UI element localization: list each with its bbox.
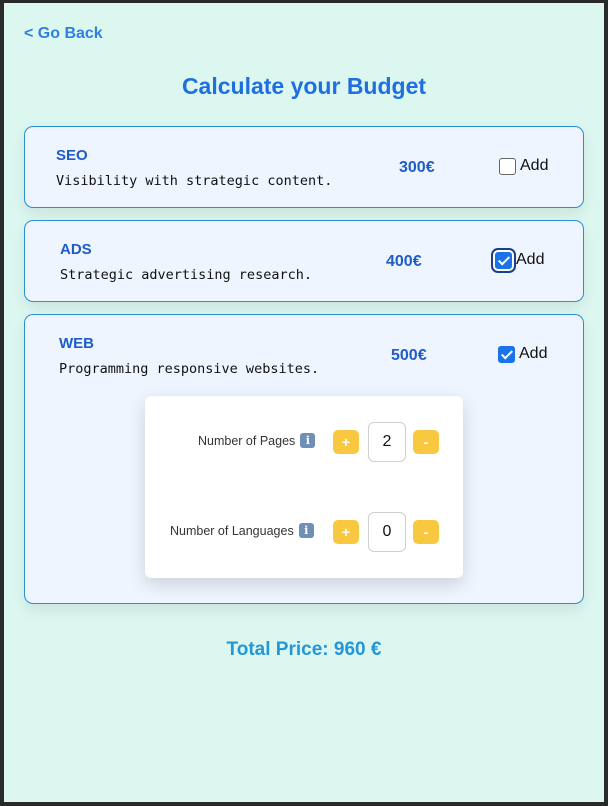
information-icon[interactable]: i — [298, 523, 314, 538]
service-price: 500€ — [391, 347, 427, 364]
page-title: Calculate your Budget — [181, 73, 427, 99]
add-label: Add — [519, 345, 548, 362]
service-card-web: WEB Programming responsive websites. 500… — [24, 314, 584, 604]
information-icon[interactable]: i — [300, 433, 316, 448]
add-web-checkbox[interactable]: Add — [498, 345, 547, 363]
service-name: WEB — [59, 335, 94, 352]
languages-value-input[interactable]: 0 — [368, 512, 406, 552]
checkbox-checked-icon[interactable] — [498, 345, 515, 363]
go-back-link[interactable]: < Go Back — [24, 25, 103, 43]
service-description: Visibility with strategic content. — [56, 173, 333, 189]
service-price: 400€ — [386, 253, 422, 270]
add-label: Add — [516, 251, 545, 268]
add-seo-checkbox[interactable]: Add — [499, 157, 548, 175]
checkbox-checked-icon[interactable] — [495, 251, 512, 269]
service-name: ADS — [60, 241, 92, 258]
web-options-panel: Number of Pages i + 2 - Number of Langua… — [145, 396, 463, 578]
service-price: 300€ — [399, 159, 435, 176]
checkbox-unchecked-icon[interactable] — [499, 157, 516, 175]
service-card-seo: SEO Visibility with strategic content. 3… — [24, 126, 584, 208]
service-description: Programming responsive websites. — [59, 361, 320, 377]
pages-plus-button[interactable]: + — [333, 430, 359, 454]
add-label: Add — [520, 157, 549, 174]
languages-plus-button[interactable]: + — [333, 520, 359, 544]
pages-value-input[interactable]: 2 — [368, 422, 406, 462]
pages-minus-button[interactable]: - — [413, 430, 439, 454]
app-frame: < Go Back Calculate your Budget SEO Visi… — [4, 3, 604, 802]
languages-label: Number of Languages i — [170, 523, 314, 538]
service-description: Strategic advertising research. — [60, 267, 312, 283]
total-price: Total Price: 960 € — [226, 639, 382, 660]
add-ads-checkbox[interactable]: Add — [495, 251, 544, 269]
languages-minus-button[interactable]: - — [413, 520, 439, 544]
service-name: SEO — [56, 147, 88, 164]
service-card-ads: ADS Strategic advertising research. 400€… — [24, 220, 584, 302]
pages-label: Number of Pages i — [198, 433, 316, 448]
